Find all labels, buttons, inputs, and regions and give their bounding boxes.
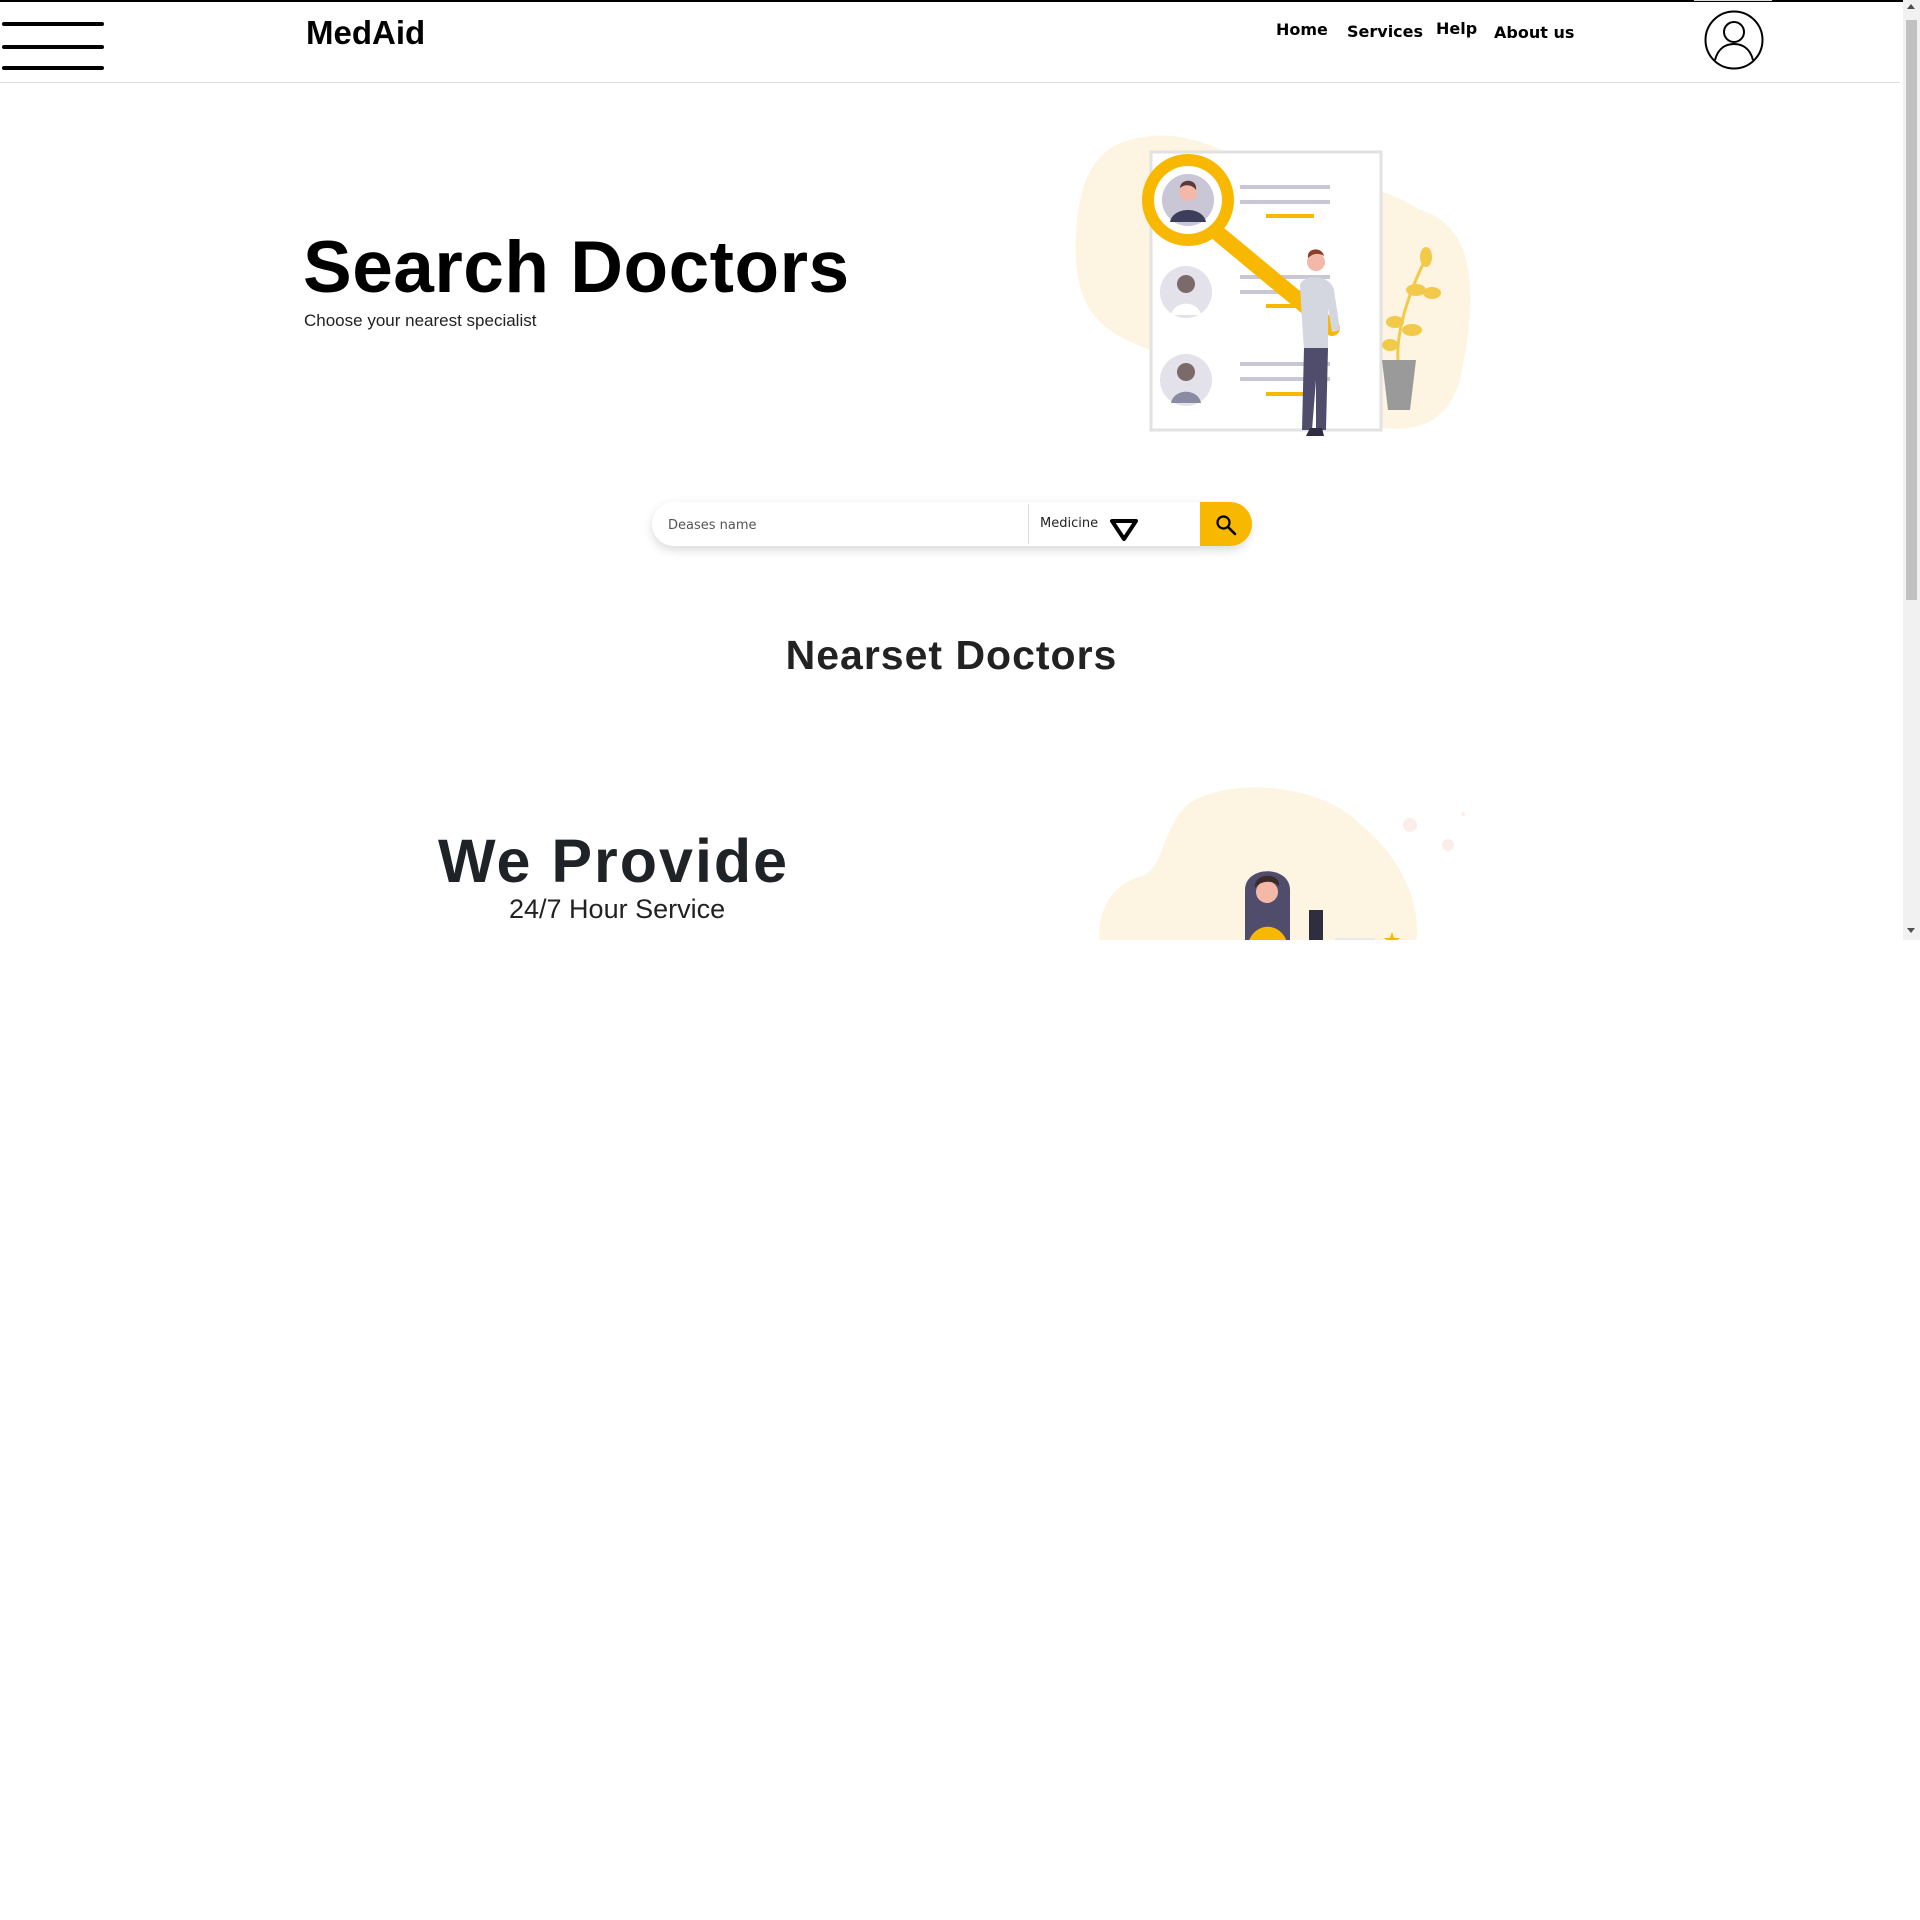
- search-icon: [1216, 515, 1237, 536]
- search-button[interactable]: [1200, 502, 1252, 546]
- search-bar: Medicine: [652, 502, 1252, 548]
- support-agent-illustration: [1099, 787, 1465, 940]
- scroll-up-arrow-icon[interactable]: [1907, 4, 1915, 9]
- scroll-down-arrow-icon[interactable]: [1907, 928, 1915, 933]
- nav-link-help[interactable]: Help: [1436, 19, 1477, 38]
- nav-link-home[interactable]: Home: [1276, 20, 1328, 39]
- scrollbar-thumb[interactable]: [1906, 20, 1917, 600]
- we-provide-subtitle: 24/7 Hour Service: [509, 894, 726, 924]
- we-provide-title: We Provide: [438, 827, 790, 895]
- nearest-doctors-title: Nearset Doctors: [785, 632, 1118, 678]
- search-divider: [1028, 504, 1029, 544]
- nav-link-about-us[interactable]: About us: [1494, 23, 1574, 42]
- disease-search-input[interactable]: [666, 502, 1030, 548]
- navbar: MedAid Home Services Help About us: [0, 0, 1900, 83]
- browser-viewport: MedAid Home Services Help About us Searc…: [0, 0, 1920, 940]
- nav-link-services[interactable]: Services: [1347, 22, 1423, 41]
- scrollbar[interactable]: [1903, 0, 1920, 940]
- hero-title: Search Doctors: [303, 227, 850, 308]
- triangle-down-icon: [1110, 519, 1138, 541]
- brand-logo[interactable]: MedAid: [306, 14, 425, 52]
- hero-subtitle: Choose your nearest specialist: [304, 311, 537, 330]
- category-select-value: Medicine: [1040, 516, 1099, 531]
- doctor-search-illustration: [1075, 135, 1471, 436]
- profile-area: [1694, 0, 1772, 79]
- hamburger-menu-icon[interactable]: [2, 20, 106, 72]
- category-select[interactable]: Medicine: [1038, 502, 1196, 546]
- user-avatar-icon[interactable]: [1704, 10, 1764, 70]
